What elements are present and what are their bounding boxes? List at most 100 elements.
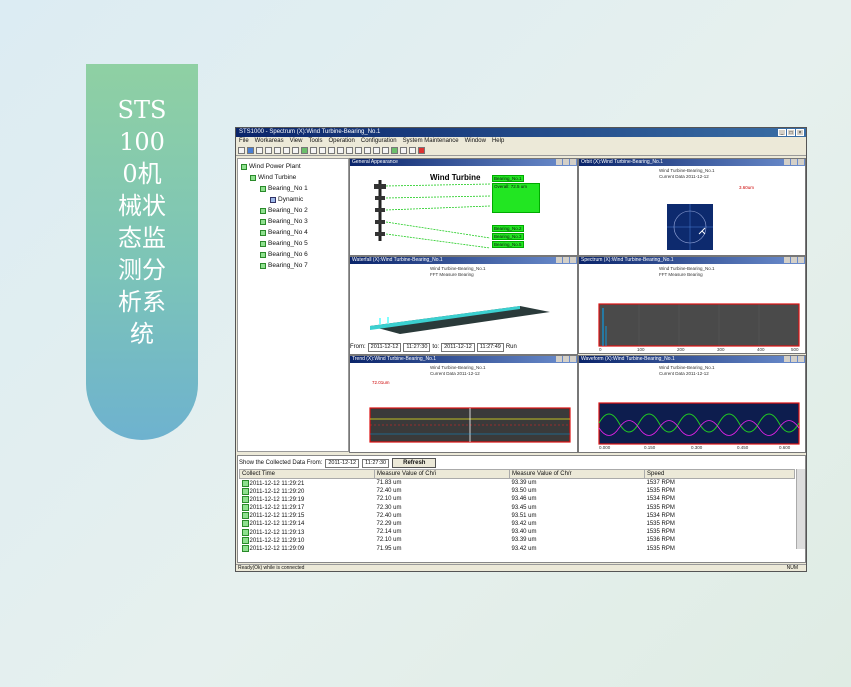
collect-time-cell: 2011-12-12 11:29:21 bbox=[240, 479, 375, 488]
column-header[interactable]: Measure Value of Ch/i bbox=[374, 469, 510, 479]
bearing-tag-2[interactable]: Bearing_No.2 bbox=[492, 225, 524, 232]
collect-time-cell: 2011-12-12 11:29:15 bbox=[240, 512, 375, 520]
pane-max-icon[interactable] bbox=[791, 356, 797, 362]
toolbar-zoom-icon[interactable] bbox=[346, 146, 353, 154]
pane-close-icon[interactable] bbox=[570, 356, 576, 362]
toolbar-save-icon[interactable] bbox=[256, 146, 263, 154]
pane-waterfall[interactable]: Waterfall (X):Wind Turbine-Bearing_No.1 … bbox=[349, 256, 578, 355]
value-cell: 1535 RPM bbox=[646, 488, 675, 495]
tree-item-bearing-3[interactable]: Bearing_No 3 bbox=[260, 218, 308, 225]
pane-min-icon[interactable] bbox=[784, 159, 790, 165]
table-row[interactable]: 2011-12-12 11:29:13 72.14 um 93.40 um 1535 … bbox=[240, 528, 795, 536]
pane-max-icon[interactable] bbox=[563, 356, 569, 362]
menu-tools[interactable]: Tools bbox=[308, 137, 322, 145]
bearing-tag-5[interactable]: Bearing_No.5 bbox=[492, 241, 524, 248]
pane-max-icon[interactable] bbox=[791, 257, 797, 263]
toolbar-play-icon[interactable] bbox=[391, 146, 398, 154]
menu-system-maintenance[interactable]: System Maintenance bbox=[403, 137, 459, 145]
tree-item-dynamic[interactable]: Dynamic bbox=[270, 196, 303, 203]
toolbar-pause-icon[interactable] bbox=[400, 146, 407, 154]
toolbar-settings-icon[interactable] bbox=[409, 146, 416, 154]
pane-min-icon[interactable] bbox=[556, 159, 562, 165]
tree-item-bearing-4[interactable]: Bearing_No 4 bbox=[260, 229, 308, 236]
toolbar-cursor-icon[interactable] bbox=[355, 146, 362, 154]
tree-item-bearing-7[interactable]: Bearing_No 7 bbox=[260, 262, 308, 269]
toolbar-grid-icon[interactable] bbox=[364, 146, 371, 154]
toolbar-paste-icon[interactable] bbox=[292, 146, 299, 154]
table-row[interactable]: 2011-12-12 11:29:09 71.95 um 93.42 um 1535 … bbox=[240, 545, 795, 553]
sensor-icon bbox=[260, 218, 266, 225]
pane-orbit[interactable]: Orbit (X):Wind Turbine-Bearing_No.1 Wind… bbox=[578, 158, 806, 256]
menu-workareas[interactable]: Workareas bbox=[255, 137, 284, 145]
pane-min-icon[interactable] bbox=[556, 356, 562, 362]
run-button[interactable]: Run bbox=[506, 344, 517, 350]
table-row[interactable]: 2011-12-12 11:29:14 72.29 um 93.42 um 1535 … bbox=[240, 520, 795, 528]
bearing-tag-3[interactable]: Bearing_No.3 bbox=[492, 233, 524, 240]
menu-configuration[interactable]: Configuration bbox=[361, 137, 397, 145]
tree-item-bearing-5[interactable]: Bearing_No 5 bbox=[260, 240, 308, 247]
record-icon bbox=[241, 495, 249, 503]
column-header[interactable]: Collect Time bbox=[239, 469, 375, 479]
toolbar-spectrum-icon[interactable] bbox=[328, 146, 335, 154]
pane-general-appearance[interactable]: General Appearance Wind Turbine Bearing_… bbox=[349, 158, 578, 256]
menu-window[interactable]: Window bbox=[465, 137, 486, 145]
toolbar-orbit-icon[interactable] bbox=[319, 146, 326, 154]
toolbar-tile-icon[interactable] bbox=[382, 146, 389, 154]
pane-max-icon[interactable] bbox=[791, 159, 797, 165]
tree-root[interactable]: Wind Power Plant bbox=[241, 163, 301, 170]
to-time-input[interactable]: 11:27:49 bbox=[476, 342, 504, 352]
tree-item-bearing-6[interactable]: Bearing_No 6 bbox=[260, 251, 308, 258]
toolbar-cut-icon[interactable] bbox=[274, 146, 281, 154]
toolbar-stop-icon[interactable] bbox=[418, 146, 425, 154]
table-row[interactable]: 2011-12-12 11:29:21 71.83 um 93.39 um 1537 … bbox=[240, 479, 795, 488]
pane-close-icon[interactable] bbox=[798, 257, 804, 263]
table-row[interactable]: 2011-12-12 11:29:20 72.40 um 93.50 um 1535 … bbox=[240, 487, 795, 495]
menu-view[interactable]: View bbox=[290, 137, 303, 145]
table-row[interactable]: 2011-12-12 11:29:15 72.40 um 93.51 um 1534 … bbox=[240, 512, 795, 520]
toolbar-print-icon[interactable] bbox=[265, 146, 272, 154]
column-header[interactable]: Speed bbox=[644, 469, 795, 479]
maximize-icon[interactable]: □ bbox=[787, 129, 795, 136]
to-date-input[interactable]: 2011-12-12 bbox=[441, 342, 475, 352]
filter-time-input[interactable]: 11:27:30 bbox=[362, 458, 390, 468]
pane-min-icon[interactable] bbox=[556, 257, 562, 263]
from-date-input[interactable]: 2011-12-12 bbox=[367, 342, 402, 352]
toolbar-new-icon[interactable] bbox=[238, 146, 245, 154]
table-row[interactable]: 2011-12-12 11:29:17 72.30 um 93.45 um 1535 … bbox=[240, 504, 795, 512]
pane-close-icon[interactable] bbox=[798, 356, 804, 362]
tree-item-bearing-2[interactable]: Bearing_No 2 bbox=[260, 207, 308, 214]
record-icon bbox=[241, 487, 249, 495]
column-header[interactable]: Measure Value of Ch/r bbox=[509, 469, 645, 479]
tree-wind-turbine[interactable]: Wind Turbine bbox=[250, 174, 296, 181]
pane-max-icon[interactable] bbox=[563, 159, 569, 165]
from-time-input[interactable]: 11:27:30 bbox=[403, 342, 431, 352]
bearing-values-tag[interactable]: Overall: 72.5 um bbox=[492, 183, 540, 213]
toolbar-trend-icon[interactable] bbox=[301, 146, 308, 154]
filter-date-input[interactable]: 2011-12-12 bbox=[325, 458, 360, 468]
pane-close-icon[interactable] bbox=[570, 159, 576, 165]
pane-waveform[interactable]: Waveform (X):Wind Turbine-Bearing_No.1 W… bbox=[578, 355, 806, 453]
pane-trend[interactable]: Trend (X):Wind Turbine-Bearing_No.1 Wind… bbox=[349, 355, 578, 453]
toolbar-bar-icon[interactable] bbox=[310, 146, 317, 154]
toolbar-layout-icon[interactable] bbox=[373, 146, 380, 154]
menu-file[interactable]: File bbox=[239, 137, 249, 145]
pane-spectrum[interactable]: Spectrum (X):Wind Turbine-Bearing_No.1 W… bbox=[578, 256, 806, 354]
close-icon[interactable]: × bbox=[796, 129, 804, 136]
pane-min-icon[interactable] bbox=[784, 356, 790, 362]
menu-help[interactable]: Help bbox=[492, 137, 504, 145]
table-scrollbar[interactable] bbox=[796, 469, 805, 549]
minimize-icon[interactable]: _ bbox=[778, 129, 786, 136]
bearing-tag-1[interactable]: Bearing_No.1 bbox=[492, 175, 524, 182]
toolbar-waveform-icon[interactable] bbox=[337, 146, 344, 154]
menu-operation[interactable]: Operation bbox=[329, 137, 355, 145]
pane-max-icon[interactable] bbox=[563, 257, 569, 263]
pane-close-icon[interactable] bbox=[798, 159, 804, 165]
toolbar-copy-icon[interactable] bbox=[283, 146, 290, 154]
refresh-button[interactable]: Refresh bbox=[392, 458, 437, 468]
pane-close-icon[interactable] bbox=[570, 257, 576, 263]
table-row[interactable]: 2011-12-12 11:29:19 72.10 um 93.46 um 1534 … bbox=[240, 495, 795, 503]
table-row[interactable]: 2011-12-12 11:29:10 72.10 um 93.39 um 1536 … bbox=[240, 536, 795, 544]
toolbar-open-icon[interactable] bbox=[247, 146, 254, 154]
pane-min-icon[interactable] bbox=[784, 257, 790, 263]
tree-item-bearing-1[interactable]: Bearing_No 1 bbox=[260, 185, 308, 192]
